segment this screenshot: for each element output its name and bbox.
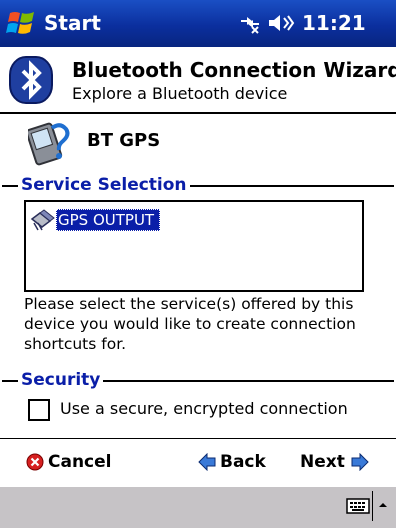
service-selection-heading: Service Selection [18,174,190,196]
security-heading: Security [18,369,104,391]
service-item-label[interactable]: GPS OUTPUT [56,209,161,231]
device-row: BT GPS [0,114,396,170]
wizard-header: Bluetooth Connection Wizard Explore a Bl… [0,47,396,114]
back-label[interactable]: Back [220,450,266,474]
next-label[interactable]: Next [300,450,345,474]
service-listbox[interactable]: GPS OUTPUT [24,200,364,292]
next-button[interactable]: Next [300,448,369,476]
taskbar: Start 11:21 [0,0,396,47]
service-icon [30,209,55,231]
volume-icon[interactable] [266,12,296,34]
service-description: Please select the service(s) offered by … [24,295,356,353]
secure-connection-label[interactable]: Use a secure, encrypted connection [60,398,348,420]
wizard-title: Bluetooth Connection Wizard [72,58,396,82]
cancel-label[interactable]: Cancel [48,450,111,474]
next-arrow-icon [351,453,369,471]
bluetooth-icon [9,56,53,104]
cancel-button[interactable]: Cancel [26,448,111,476]
windows-logo-icon [6,12,34,34]
button-separator [0,438,396,439]
keyboard-icon[interactable] [346,496,370,516]
pda-device-icon [28,122,70,166]
start-label[interactable]: Start [44,8,101,38]
wizard-subtitle: Explore a Bluetooth device [72,84,288,103]
device-name: BT GPS [87,130,161,151]
command-bar [0,486,396,528]
connectivity-icon[interactable] [238,12,262,34]
back-arrow-icon [198,453,216,471]
service-list-item[interactable]: GPS OUTPUT [30,208,161,232]
input-panel-arrow-icon[interactable] [372,491,393,521]
cancel-icon [26,453,44,471]
back-button[interactable]: Back [198,448,266,476]
clock[interactable]: 11:21 [302,8,366,38]
secure-connection-checkbox[interactable] [28,399,50,421]
